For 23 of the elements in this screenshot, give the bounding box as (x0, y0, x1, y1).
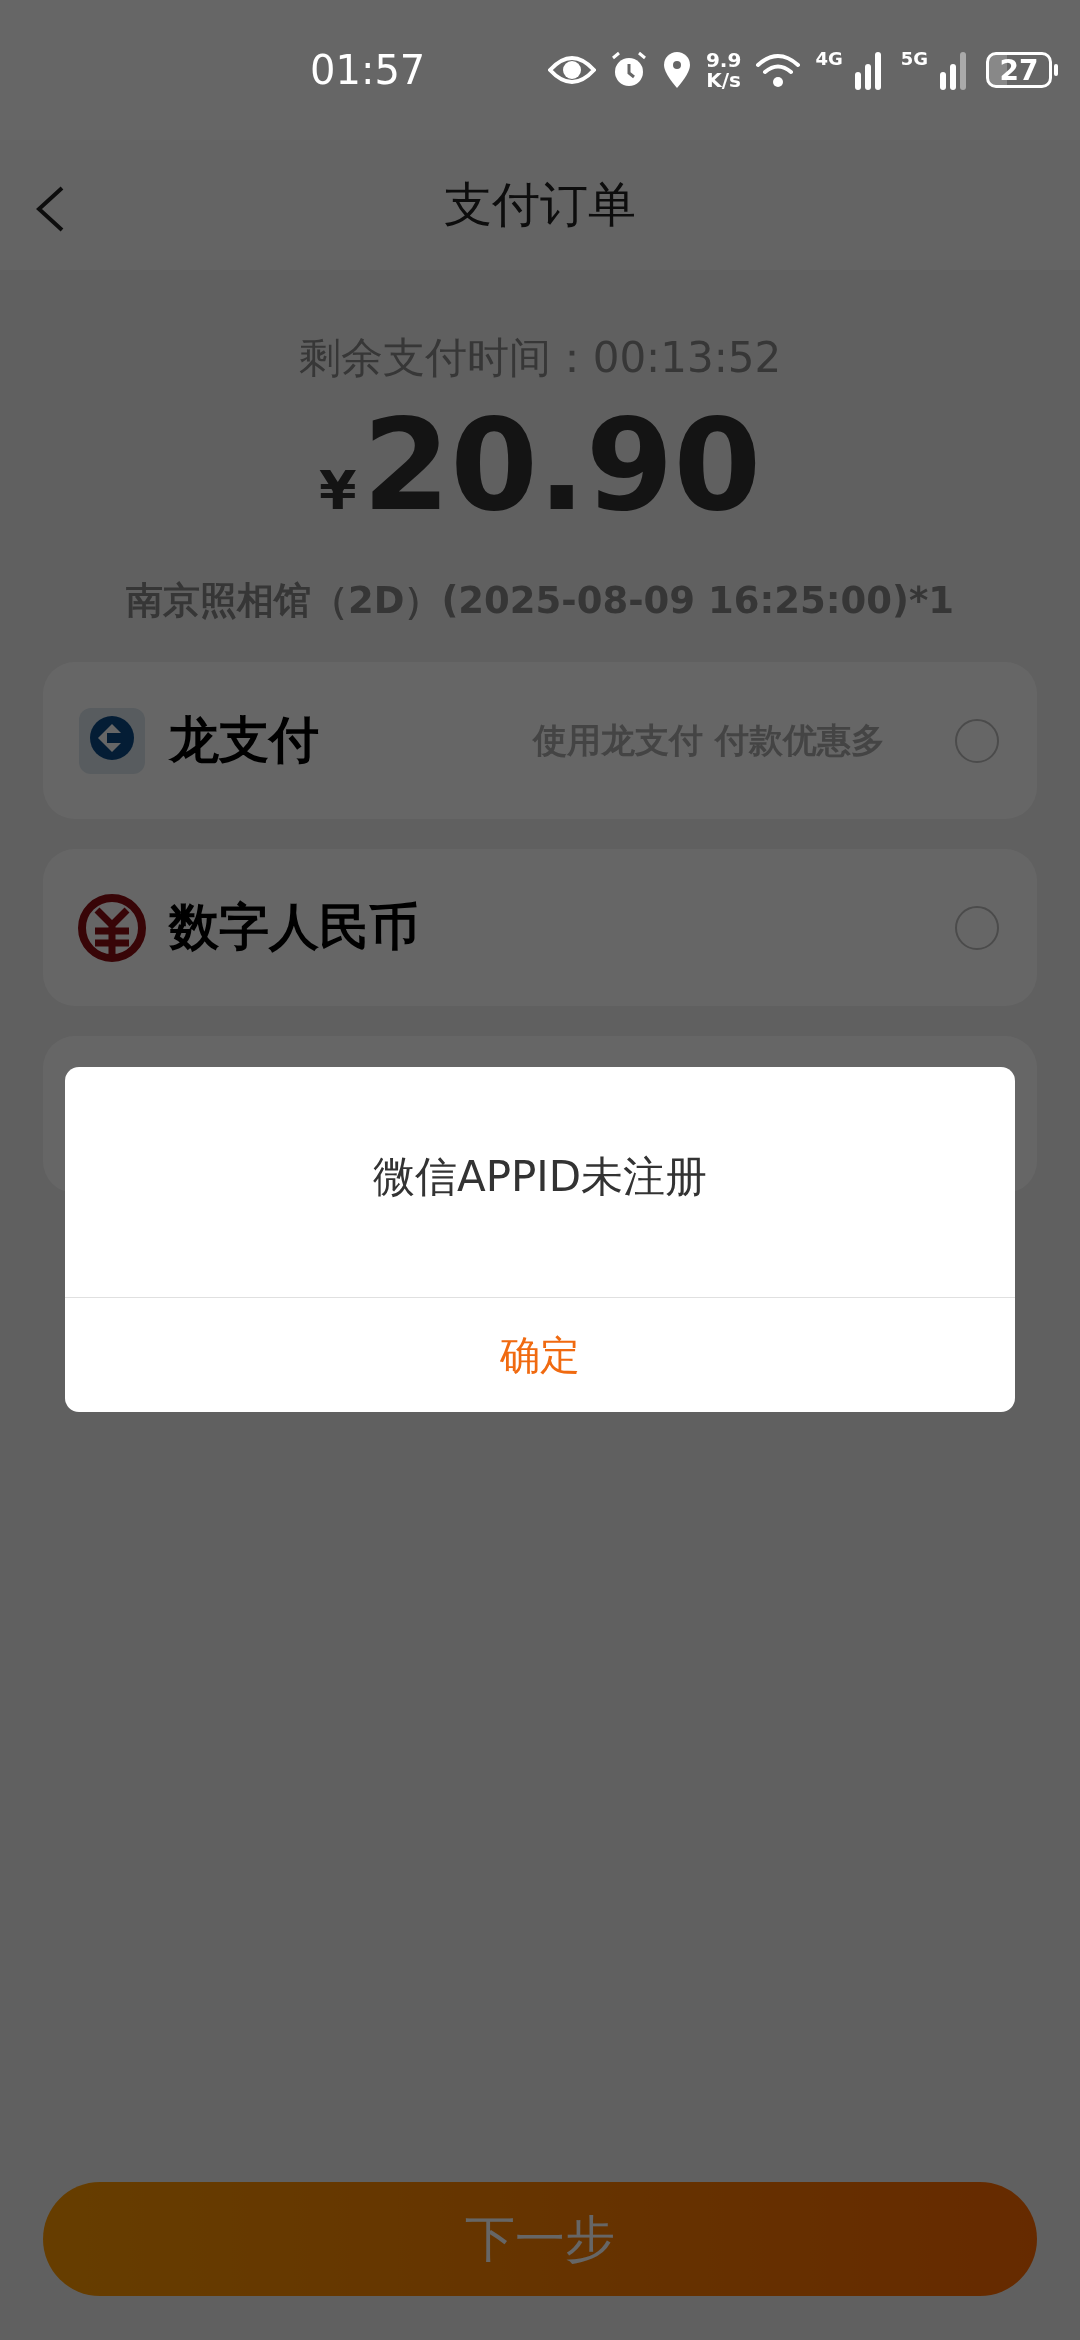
clock-time: 01:57 (310, 47, 427, 93)
network-type-label: 5G (900, 48, 928, 69)
wifi-icon (755, 51, 802, 89)
network-speed-value: 9.9 (705, 50, 742, 70)
back-icon[interactable] (34, 185, 66, 233)
eye-icon (547, 54, 596, 86)
radio-button[interactable] (955, 905, 999, 950)
payment-option-card[interactable]: 数字人民币 (43, 849, 1037, 1006)
network-speed-unit: K/s (706, 70, 741, 90)
payment-method-name: 龙支付 (169, 710, 319, 771)
radio-button[interactable] (955, 718, 999, 763)
page-title: 支付订单 (444, 175, 636, 234)
payment-method-name: 数字人民币 (169, 897, 419, 958)
amount-text: 20.90 (362, 396, 762, 536)
network-type-label: 4G (815, 48, 843, 69)
location-pin-icon (661, 51, 692, 89)
dialog-message: 微信APPID未注册 (372, 1151, 708, 1203)
currency-symbol: ¥ (318, 459, 357, 522)
confirm-button[interactable]: 确定 (65, 1297, 1015, 1412)
digital-yuan-icon (77, 892, 147, 963)
alarm-clock-icon (609, 51, 648, 89)
bank-logo-icon (77, 705, 147, 776)
battery-level: 27 (986, 52, 1052, 88)
